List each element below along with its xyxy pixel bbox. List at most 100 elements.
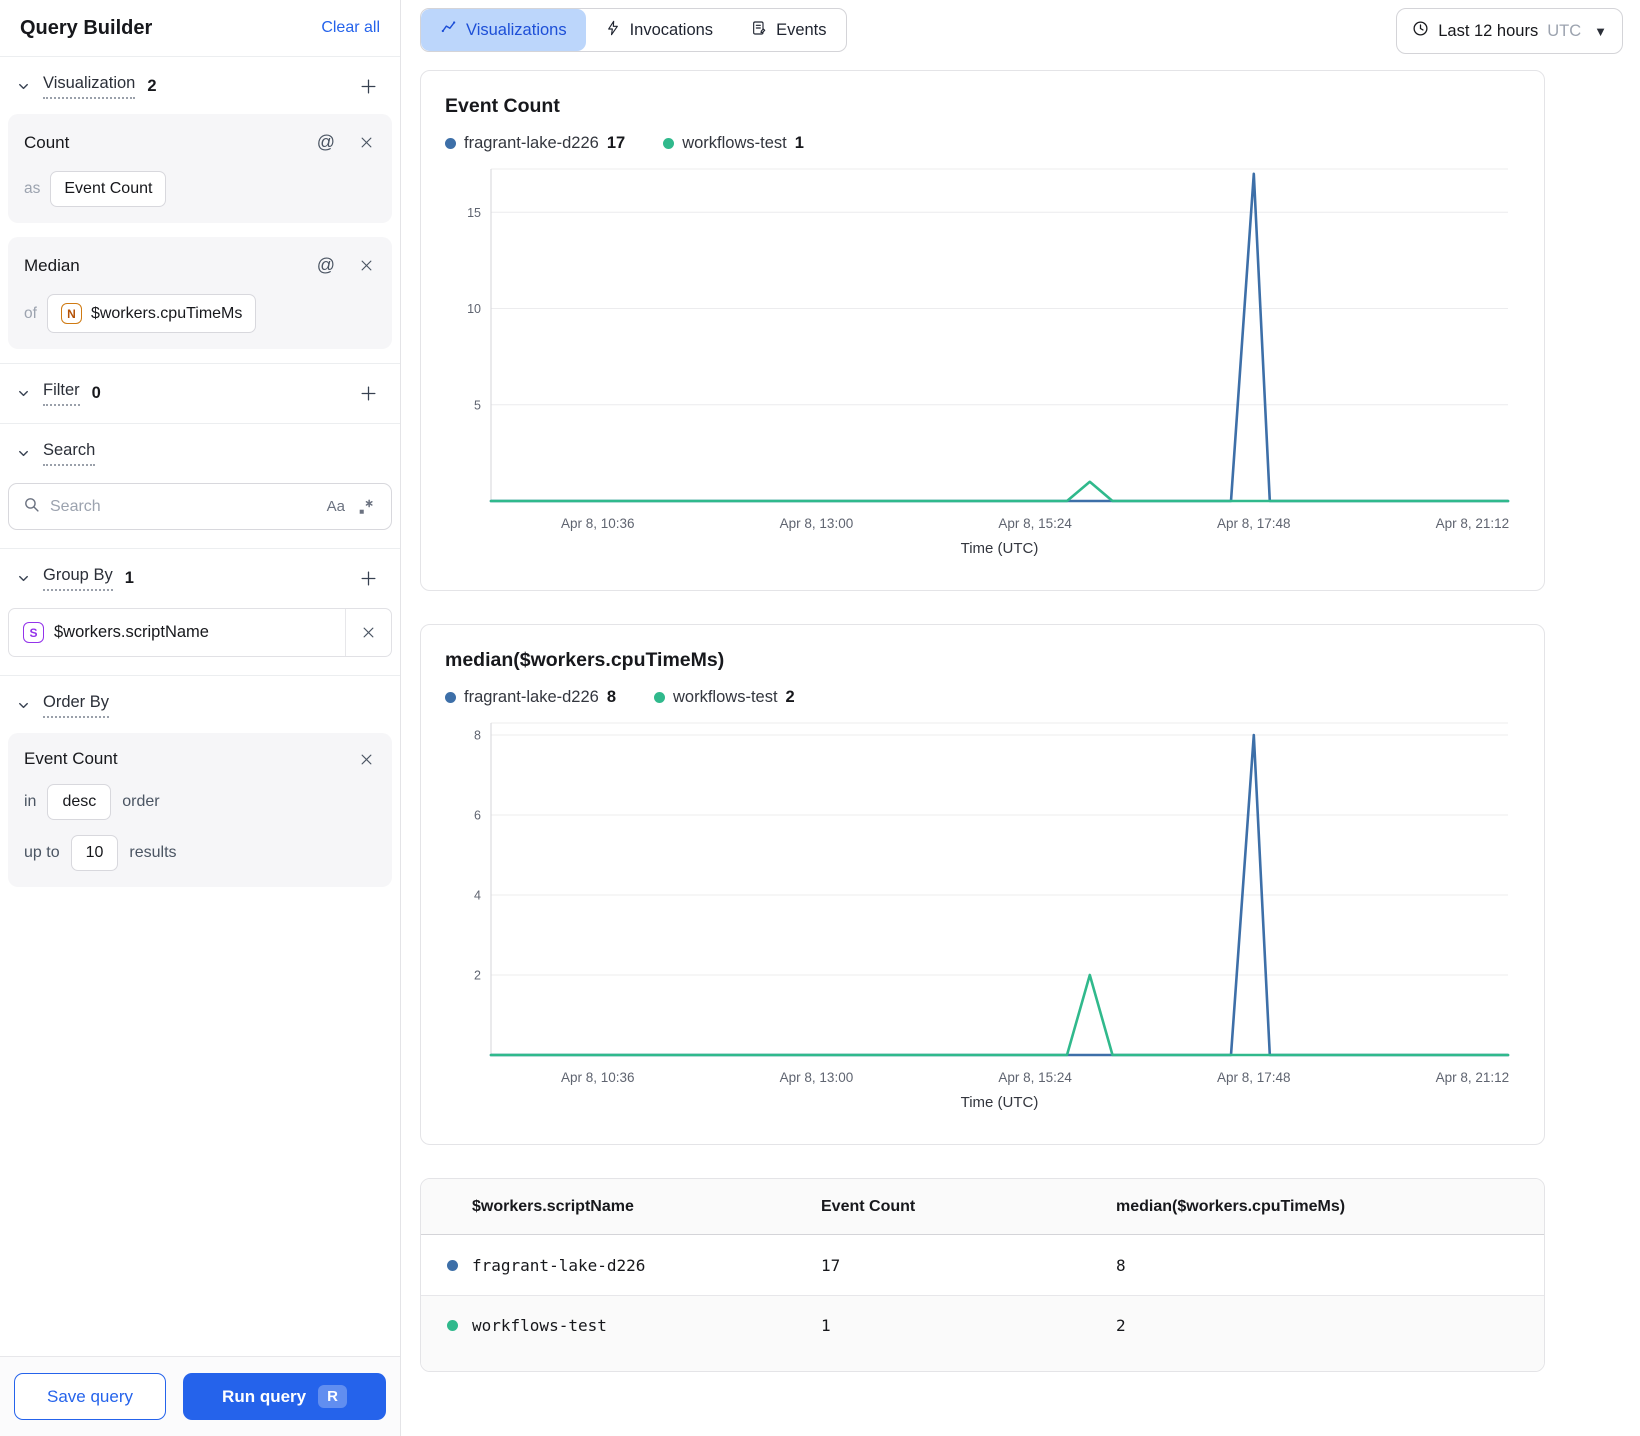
of-label: of — [24, 304, 37, 322]
search-section-header: Search — [0, 424, 400, 479]
series-dot-icon — [447, 1259, 458, 1271]
cell-event-count: 17 — [821, 1255, 841, 1275]
column-header-event-count: Event Count — [821, 1197, 916, 1215]
search-box: Aa — [8, 483, 392, 530]
cell-scriptname: workflows-test — [472, 1316, 607, 1335]
visualization-count: 2 — [147, 77, 157, 95]
search-input[interactable] — [50, 497, 317, 516]
visualization-alias-field[interactable]: Event Count — [50, 171, 167, 207]
visualization-section-header: Visualization 2 — [0, 57, 400, 112]
add-filter-button[interactable] — [357, 382, 380, 405]
close-icon[interactable] — [357, 256, 376, 275]
cell-event-count: 1 — [821, 1316, 831, 1335]
save-query-button[interactable]: Save query — [14, 1373, 166, 1420]
svg-text:Apr 8, 13:00: Apr 8, 13:00 — [780, 1070, 854, 1085]
at-icon[interactable]: @ — [315, 130, 337, 155]
series-dot-icon — [445, 138, 456, 149]
sort-direction-selector[interactable]: desc — [47, 784, 112, 820]
svg-text:Apr 8, 17:48: Apr 8, 17:48 — [1217, 516, 1291, 531]
chevron-down-icon[interactable] — [14, 444, 33, 463]
filter-count: 0 — [91, 384, 101, 402]
cell-median: 2 — [1116, 1316, 1126, 1335]
close-icon[interactable] — [357, 750, 376, 769]
tab-invocations[interactable]: Invocations — [586, 9, 732, 51]
order-label: order — [122, 793, 160, 810]
chevron-down-icon[interactable] — [14, 569, 33, 588]
svg-text:Apr 8, 15:24: Apr 8, 15:24 — [998, 516, 1072, 531]
chevron-down-icon[interactable] — [14, 696, 33, 715]
tab-visualizations[interactable]: Visualizations — [421, 9, 586, 51]
result-limit-input[interactable]: 10 — [70, 835, 119, 871]
table-header-row: $workers.scriptName Event Count median($… — [421, 1179, 1544, 1235]
column-header-median: median($workers.cpuTimeMs) — [1116, 1197, 1346, 1215]
table-row[interactable]: fragrant-lake-d226 17 8 — [421, 1235, 1544, 1295]
regex-icon[interactable] — [355, 496, 377, 518]
page-title: Query Builder — [20, 16, 153, 39]
svg-text:Time (UTC): Time (UTC) — [961, 1094, 1039, 1111]
median-cputime-line-chart[interactable]: 2 4 6 8 Apr 8, 10:36 Apr 8, 13:00 Apr 8, 15:24… — [445, 717, 1522, 1115]
svg-text:Apr 8, 15:24: Apr 8, 15:24 — [998, 1070, 1072, 1085]
groupby-section-label: Group By — [43, 566, 113, 591]
chart-title: median($workers.cpuTimeMs) — [445, 649, 725, 671]
timezone-label: UTC — [1547, 21, 1582, 40]
event-count-chart-card: Event Count fragrant-lake-d226 17 workfl… — [420, 70, 1545, 591]
chart-legend: fragrant-lake-d226 8 workflows-test 2 — [445, 688, 1520, 707]
case-sensitive-icon[interactable]: Aa — [327, 498, 345, 515]
cell-median: 8 — [1116, 1255, 1126, 1275]
svg-text:2: 2 — [474, 969, 481, 983]
chart-line-icon — [440, 19, 457, 41]
as-label: as — [24, 180, 41, 197]
svg-text:Apr 8, 21:12: Apr 8, 21:12 — [1436, 1070, 1510, 1085]
tab-events[interactable]: Events — [732, 9, 845, 51]
groupby-item[interactable]: S $workers.scriptName — [8, 608, 392, 657]
close-icon[interactable] — [357, 133, 376, 152]
legend-item[interactable]: workflows-test 2 — [654, 688, 795, 707]
median-cputime-chart-card: median($workers.cpuTimeMs) fragrant-lake… — [420, 624, 1545, 1145]
chevron-down-icon[interactable] — [14, 384, 33, 403]
series-dot-icon — [654, 692, 666, 703]
string-field-icon: S — [23, 622, 44, 643]
groupby-section-header: Group By 1 — [0, 549, 400, 604]
close-icon[interactable] — [345, 609, 391, 656]
visualization-card-title: Count — [24, 132, 70, 152]
lightning-icon — [605, 20, 621, 41]
svg-text:Apr 8, 17:48: Apr 8, 17:48 — [1217, 1070, 1291, 1085]
upto-label: up to — [24, 844, 60, 861]
orderby-section-label: Order By — [43, 693, 110, 718]
add-groupby-button[interactable] — [357, 567, 380, 590]
search-icon — [23, 496, 40, 518]
chart-legend: fragrant-lake-d226 17 workflows-test 1 — [445, 134, 1520, 153]
time-range-selector[interactable]: Last 12 hours UTC ▼ — [1396, 8, 1623, 54]
query-builder-sidebar: Query Builder Clear all Visualization 2 … — [0, 0, 401, 1436]
median-field-selector[interactable]: N $workers.cpuTimeMs — [46, 294, 257, 333]
run-query-button[interactable]: Run query R — [183, 1373, 386, 1420]
chevron-down-icon[interactable] — [14, 77, 33, 96]
visualization-card-count: Count @ as Event Count — [8, 114, 392, 223]
legend-item[interactable]: workflows-test 1 — [663, 134, 804, 153]
search-section-label: Search — [43, 441, 96, 466]
sidebar-header: Query Builder Clear all — [0, 0, 400, 57]
keyboard-shortcut-badge: R — [318, 1385, 347, 1408]
orderby-field: Event Count — [24, 749, 118, 768]
in-label: in — [24, 793, 37, 810]
event-count-line-chart[interactable]: 5 10 15 Apr 8, 10:36 Apr 8, 13:00 Apr 8, 15:2… — [445, 163, 1522, 561]
svg-text:Apr 8, 10:36: Apr 8, 10:36 — [561, 1070, 635, 1085]
at-icon[interactable]: @ — [315, 253, 337, 278]
results-table: $workers.scriptName Event Count median($… — [420, 1178, 1545, 1372]
cell-scriptname: fragrant-lake-d226 — [472, 1255, 646, 1275]
filter-section-label: Filter — [43, 381, 80, 406]
legend-item[interactable]: fragrant-lake-d226 17 — [445, 134, 625, 153]
groupby-field-value: $workers.scriptName — [54, 623, 209, 641]
column-header-scriptname: $workers.scriptName — [472, 1197, 634, 1215]
add-visualization-button[interactable] — [357, 75, 380, 98]
visualization-card-title: Median — [24, 255, 80, 275]
filter-section-header: Filter 0 — [0, 364, 400, 419]
table-row[interactable]: workflows-test 1 2 — [421, 1295, 1544, 1355]
svg-text:Apr 8, 10:36: Apr 8, 10:36 — [561, 516, 635, 531]
clear-all-button[interactable]: Clear all — [321, 19, 380, 37]
orderby-card: Event Count in desc order up to 10 resul… — [8, 733, 392, 887]
main-content: Visualizations Invocations Events Last 1… — [401, 0, 1640, 1436]
legend-item[interactable]: fragrant-lake-d226 8 — [445, 688, 616, 707]
series-dot-icon — [663, 138, 675, 149]
table-footer — [421, 1355, 1544, 1371]
